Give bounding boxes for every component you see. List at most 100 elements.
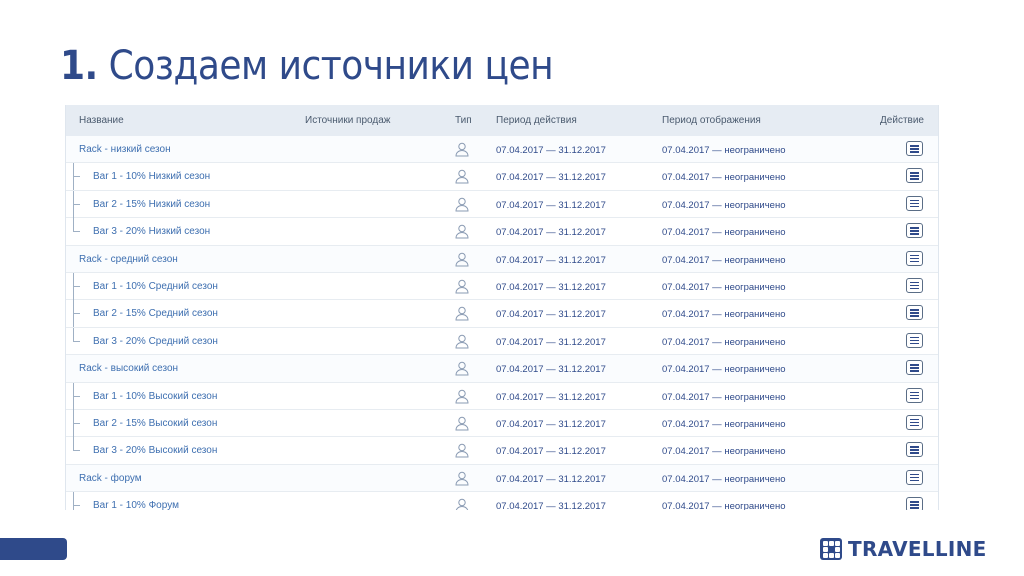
row-name-link[interactable]: Bar 1 - 10% Высокий сезон	[93, 391, 217, 402]
user-icon	[454, 470, 470, 486]
row-name-link[interactable]: Rack - средний сезон	[79, 254, 178, 265]
travelline-logo-icon	[820, 538, 842, 560]
tree-connector-line	[73, 492, 74, 510]
table-row[interactable]: Rack - низкий сезон 07.04.2017 — 31.12.20…	[66, 136, 938, 164]
row-name-link[interactable]: Bar 3 - 20% Высокий сезон	[93, 445, 217, 456]
row-name-link[interactable]: Bar 2 - 15% Высокий сезон	[93, 418, 217, 429]
column-header-action: Действие	[880, 115, 924, 126]
row-action-menu-button[interactable]	[906, 497, 923, 510]
row-name-link[interactable]: Bar 2 - 15% Средний сезон	[93, 308, 218, 319]
column-header-display-period[interactable]: Период отображения	[662, 115, 761, 126]
slide-accent-bar	[0, 538, 67, 560]
table-row[interactable]: Rack - высокий сезон 07.04.2017 — 31.12.2…	[66, 355, 938, 383]
table-row[interactable]: Bar 1 - 10% Низкий сезон 07.04.2017 — 31.…	[66, 163, 938, 191]
tree-connector-branch	[73, 313, 80, 315]
table-row[interactable]: Bar 2 - 15% Высокий сезон 07.04.2017 — 31…	[66, 409, 938, 438]
tree-connector-line	[73, 218, 74, 233]
user-icon	[454, 168, 470, 184]
row-name-link[interactable]: Bar 1 - 10% Низкий сезон	[93, 171, 210, 182]
table-row[interactable]: Bar 3 - 20% Высокий сезон 07.04.2017 — 31…	[66, 437, 938, 465]
column-header-type[interactable]: Тип	[455, 115, 472, 126]
row-action-menu-button[interactable]	[906, 387, 923, 403]
table-row[interactable]: Bar 1 - 10% Форум 07.04.2017 — 31.12.2017…	[66, 492, 938, 510]
row-action-menu-button[interactable]	[906, 414, 923, 430]
column-header-active-period[interactable]: Период действия	[496, 115, 577, 126]
tree-connector-line	[73, 437, 74, 452]
row-action-menu-button[interactable]	[906, 305, 923, 321]
row-display-period: 07.04.2017 — неограничено	[662, 418, 786, 430]
table-header: Название Источники продаж Тип Период дей…	[66, 105, 938, 136]
row-display-period: 07.04.2017 — неограничено	[662, 501, 786, 510]
table-row[interactable]: Rack - форум 07.04.2017 — 31.12.2017 07.04…	[66, 464, 938, 493]
row-action-menu-button[interactable]	[906, 168, 923, 184]
row-action-menu-button[interactable]	[906, 360, 923, 376]
table-row[interactable]: Bar 1 - 10% Высокий сезон 07.04.2017 — 31…	[66, 382, 938, 410]
column-header-sources[interactable]: Источники продаж	[305, 115, 390, 126]
row-active-period: 07.04.2017 — 31.12.2017	[496, 309, 606, 321]
row-name-link[interactable]: Bar 1 - 10% Средний сезон	[93, 281, 218, 292]
row-name-link[interactable]: Rack - высокий сезон	[79, 363, 178, 374]
price-sources-table: Название Источники продаж Тип Период дей…	[65, 105, 939, 510]
table-row[interactable]: Bar 3 - 20% Средний сезон 07.04.2017 — 31…	[66, 327, 938, 356]
row-display-period: 07.04.2017 — неограничено	[662, 473, 786, 485]
user-icon	[454, 360, 470, 376]
row-name-link[interactable]: Rack - низкий сезон	[79, 144, 171, 155]
row-action-menu-button[interactable]	[906, 195, 923, 211]
row-active-period: 07.04.2017 — 31.12.2017	[496, 501, 606, 510]
table-row[interactable]: Bar 2 - 15% Средний сезон 07.04.2017 — 31…	[66, 300, 938, 328]
row-display-period: 07.04.2017 — неограничено	[662, 281, 786, 293]
slide-title-text: Создаем источники цен	[108, 43, 554, 89]
user-icon	[454, 196, 470, 212]
table-body: Rack - низкий сезон 07.04.2017 — 31.12.20…	[66, 136, 938, 510]
tree-connector-branch	[73, 395, 80, 397]
slide-title-number: 1.	[60, 43, 98, 89]
user-icon	[454, 388, 470, 404]
tree-connector-branch	[73, 422, 80, 424]
row-action-menu-button[interactable]	[906, 250, 923, 266]
user-icon	[454, 278, 470, 294]
row-display-period: 07.04.2017 — неограничено	[662, 336, 786, 348]
row-active-period: 07.04.2017 — 31.12.2017	[496, 281, 606, 293]
user-icon	[454, 251, 470, 267]
tree-connector-branch	[73, 285, 80, 287]
row-action-menu-button[interactable]	[906, 332, 923, 348]
row-name-link[interactable]: Bar 2 - 15% Низкий сезон	[93, 199, 210, 210]
row-name-link[interactable]: Rack - форум	[79, 473, 142, 484]
tree-connector-branch	[73, 340, 80, 342]
row-display-period: 07.04.2017 — неограничено	[662, 172, 786, 184]
row-display-period: 07.04.2017 — неограничено	[662, 199, 786, 211]
user-icon	[454, 141, 470, 157]
row-active-period: 07.04.2017 — 31.12.2017	[496, 227, 606, 239]
row-action-menu-button[interactable]	[906, 141, 923, 156]
tree-connector-branch	[73, 176, 80, 178]
row-display-period: 07.04.2017 — неограничено	[662, 227, 786, 239]
row-name-link[interactable]: Bar 3 - 20% Низкий сезон	[93, 226, 210, 237]
table-row[interactable]: Rack - средний сезон 07.04.2017 — 31.12.2…	[66, 245, 938, 273]
tree-connector-line	[73, 327, 74, 342]
row-active-period: 07.04.2017 — 31.12.2017	[496, 391, 606, 403]
row-action-menu-button[interactable]	[906, 277, 923, 293]
table-row[interactable]: Bar 2 - 15% Низкий сезон 07.04.2017 — 31.…	[66, 190, 938, 219]
user-icon	[454, 223, 470, 239]
user-icon	[454, 442, 470, 458]
row-name-link[interactable]: Bar 3 - 20% Средний сезон	[93, 336, 218, 347]
row-display-period: 07.04.2017 — неограничено	[662, 145, 786, 156]
user-icon	[454, 415, 470, 431]
table-row[interactable]: Bar 1 - 10% Средний сезон 07.04.2017 — 31…	[66, 272, 938, 301]
row-action-menu-button[interactable]	[906, 223, 923, 239]
user-icon	[454, 497, 470, 510]
row-active-period: 07.04.2017 — 31.12.2017	[496, 145, 606, 156]
row-name-link[interactable]: Bar 1 - 10% Форум	[93, 500, 179, 510]
row-display-period: 07.04.2017 — неограничено	[662, 309, 786, 321]
row-active-period: 07.04.2017 — 31.12.2017	[496, 254, 606, 266]
column-header-name[interactable]: Название	[79, 115, 124, 126]
tree-connector-branch	[73, 505, 80, 507]
table-row[interactable]: Bar 3 - 20% Низкий сезон 07.04.2017 — 31.…	[66, 218, 938, 246]
row-action-menu-button[interactable]	[906, 442, 923, 458]
tree-connector-branch	[73, 450, 80, 452]
travelline-logo-text: TRAVELLINE	[848, 537, 987, 561]
row-display-period: 07.04.2017 — неограничено	[662, 391, 786, 403]
user-icon	[454, 333, 470, 349]
tree-connector-branch	[73, 231, 80, 233]
row-action-menu-button[interactable]	[906, 469, 923, 485]
